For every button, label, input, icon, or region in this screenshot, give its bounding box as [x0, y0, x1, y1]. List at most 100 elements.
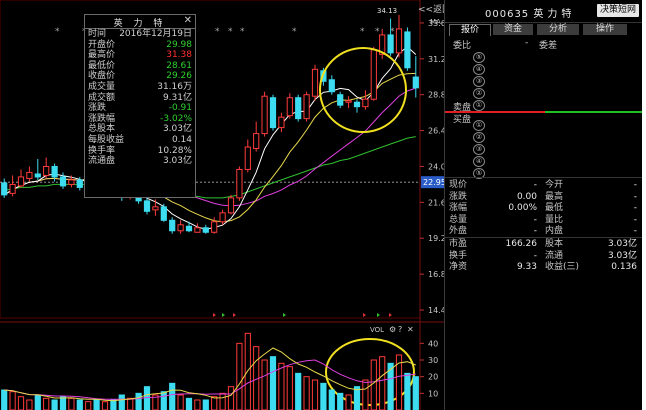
candle-body [253, 133, 260, 150]
tab-quote[interactable]: 报价 [449, 24, 491, 36]
volume-bar [51, 399, 58, 410]
volume-bar [202, 399, 209, 410]
quote-label: 市盈 [449, 239, 468, 249]
order-level-buy-1: ① [473, 120, 485, 131]
volume-bar [34, 394, 41, 410]
volume-bar [236, 342, 243, 410]
candle-body [362, 98, 369, 108]
price-tick-label: 28.8 [428, 91, 444, 100]
volume-bar [320, 382, 327, 410]
max-price-label: 34.13 [377, 7, 397, 15]
volume-tick-label: 10 [428, 389, 438, 398]
quote-label: 流通 [545, 250, 564, 261]
signal-flag-marker [389, 313, 392, 317]
tooltip-row-label: 成交量 [88, 81, 116, 92]
candle-tooltip: 英 力 特 ✕ 时间 2016年12月19日 开盘价 29.98 最高价 31.38 最低价… [84, 14, 196, 198]
volume-bar [177, 394, 184, 410]
quote-value: - [633, 226, 637, 237]
volume-bar [17, 396, 25, 410]
buy-volume-bar [545, 111, 642, 113]
signal-flag-marker [363, 313, 366, 317]
candle [303, 91, 310, 122]
volume-bar [110, 399, 117, 410]
quote-label: 涨跌 [449, 191, 468, 202]
back-link[interactable]: <<返回 [418, 3, 444, 15]
quote-value: - [533, 180, 537, 190]
tooltip-row-label: 最高价 [88, 50, 116, 61]
price-tick-label: 14.4 [428, 306, 444, 315]
tab-analysis[interactable]: 分析 [537, 24, 579, 35]
tooltip-row-value: 29.26 [166, 71, 192, 82]
candle-body [278, 116, 285, 129]
quote-label: 总量 [449, 214, 468, 225]
candle-body [353, 101, 361, 108]
candle-body [169, 219, 176, 232]
divider [445, 237, 642, 238]
volume-bar [185, 397, 193, 410]
tooltip-row-value: -0.91 [168, 103, 192, 114]
close-icon[interactable]: ✕ [184, 15, 192, 26]
tooltip-row-label: 涨跌 [88, 103, 107, 114]
candle [177, 220, 184, 234]
candle [219, 209, 226, 225]
order-level-sell-5: ⑤ [473, 52, 485, 63]
price-tick-label: 31.2 [428, 55, 444, 64]
tooltip-row-value: 31.16万 [157, 81, 192, 92]
order-book: ⑤ ④ ③ ② ① ① ② ③ ④ ⑤ 卖盘 买盘 [445, 50, 642, 180]
tooltip-row: 开盘价 29.98 [85, 40, 195, 51]
candle [295, 94, 302, 122]
tooltip-row-label: 最低价 [88, 60, 116, 71]
order-level-sell-2: ② [473, 88, 485, 99]
decision-button[interactable]: 决策短网 [596, 4, 639, 17]
divider [445, 177, 642, 178]
tooltip-row-value: -3.02% [160, 113, 192, 124]
tab-operation[interactable]: 操作 [583, 24, 627, 35]
ma60-line [4, 136, 416, 199]
tooltip-row: 收盘价 29.26 [85, 71, 195, 82]
tab-funds[interactable]: 资金 [493, 24, 533, 35]
candle-body [337, 94, 344, 106]
candle [202, 224, 209, 234]
quote-value: 3.03亿 [607, 239, 637, 249]
tooltip-row-label: 涨跌幅 [88, 113, 116, 124]
candle-body [269, 97, 277, 129]
volume-bar [303, 376, 310, 410]
tooltip-row-label: 时间 [88, 29, 107, 39]
candle-body [177, 224, 184, 232]
volume-bar [85, 401, 92, 410]
volume-bar [286, 366, 293, 410]
signal-flag-marker [222, 313, 225, 317]
candle-body [311, 68, 319, 97]
tooltip-row: 换手率 10.28% [85, 146, 195, 157]
candle-body [219, 212, 226, 223]
quote-row: 换手 - 流通 3.03亿 [449, 251, 639, 262]
tooltip-header: 英 力 特 ✕ [85, 15, 195, 29]
kline-chart[interactable]: 33.631.228.826.424.021.619.216.814.422.9… [0, 0, 444, 410]
candle-body [43, 165, 50, 176]
gear-icon[interactable]: ⚙ [389, 325, 396, 334]
volume-bar [26, 399, 33, 410]
volume-bar [278, 362, 285, 410]
volume-bar [194, 399, 201, 410]
volume-tick-label: 20 [428, 373, 438, 382]
volume-bar [337, 392, 344, 410]
tooltip-row-value: 0.14 [171, 134, 192, 145]
candle-body [395, 28, 403, 54]
quote-value: 0.00% [508, 203, 537, 214]
tooltip-row-label: 收盘价 [88, 71, 116, 82]
tooltip-row: 流通盘 3.03亿 [85, 156, 195, 167]
tooltip-row: 总股本 3.03亿 [85, 124, 195, 135]
candle-body [404, 31, 411, 69]
help-icon[interactable]: ? [398, 325, 402, 334]
quote-label: 最高 [545, 191, 564, 202]
tooltip-row-label: 成交额 [88, 92, 116, 103]
candle-body [1, 182, 8, 196]
volume-bar [68, 397, 75, 410]
candle [412, 56, 419, 98]
candle-body [9, 183, 16, 194]
candle-body [51, 165, 58, 178]
close-icon[interactable]: ✕ [407, 325, 414, 334]
kline-app: 33.6 31.2 28.8 26.4 24.0 21.6 19.2 16.8 14.4 22.9… [0, 0, 642, 410]
candle [370, 46, 377, 101]
volume-bar [261, 359, 268, 410]
